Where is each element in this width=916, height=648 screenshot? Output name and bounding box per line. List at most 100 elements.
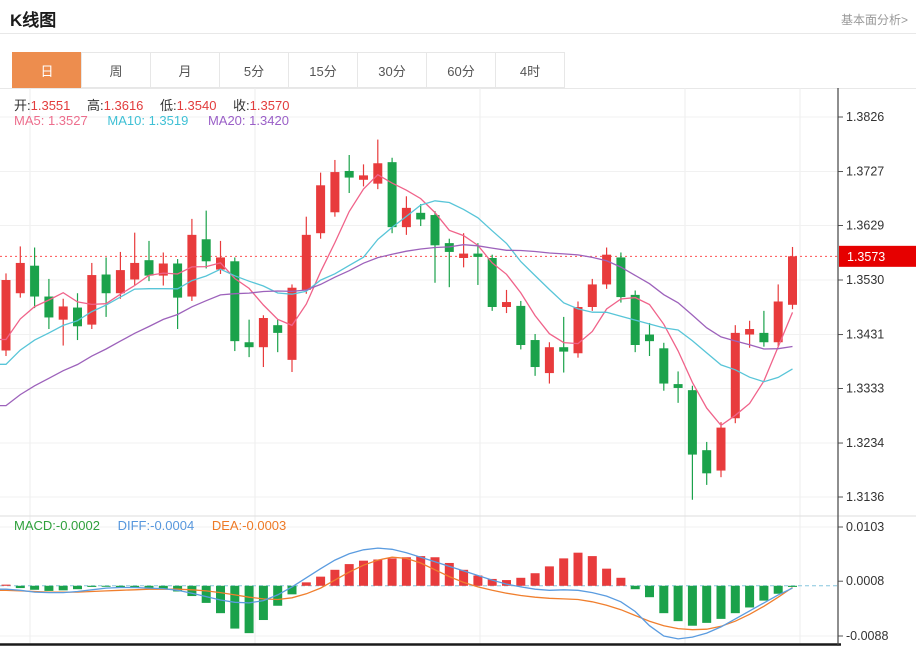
candle-body xyxy=(645,335,654,342)
macd-hist-bar xyxy=(702,586,711,623)
candle-wick xyxy=(63,299,64,346)
macd-hist-bar xyxy=(717,586,726,619)
chart-area[interactable]: 开:1.3551 高:1.3616 低:1.3540 收:1.3570 MA5:… xyxy=(0,88,916,648)
diff-value: -0.0004 xyxy=(150,518,194,533)
candle-body xyxy=(459,254,468,258)
macd-hist-bar xyxy=(602,569,611,586)
tab-15min[interactable]: 15分 xyxy=(288,52,358,88)
y-tick-label: 1.3826 xyxy=(846,110,884,124)
candle-body xyxy=(130,263,139,280)
dea-value: -0.0003 xyxy=(242,518,286,533)
candle-body xyxy=(702,450,711,473)
tab-month[interactable]: 月 xyxy=(150,52,220,88)
candle-body xyxy=(402,208,411,227)
macd-hist-bar xyxy=(2,585,11,586)
macd-hist-bar xyxy=(516,578,525,586)
ma5-value: 1.3527 xyxy=(48,113,88,128)
candle-body xyxy=(59,306,68,319)
macd-hist-bar xyxy=(774,586,783,594)
kline-canvas[interactable]: 1.38261.37271.36291.35301.34311.33331.32… xyxy=(0,88,916,648)
candle-body xyxy=(788,256,797,304)
macd-hist-bar xyxy=(16,586,25,588)
candle-body xyxy=(359,175,368,179)
macd-hist-bar xyxy=(373,560,382,586)
candle-body xyxy=(230,261,239,341)
y-tick-label: 1.3727 xyxy=(846,165,884,179)
tab-week[interactable]: 周 xyxy=(81,52,151,88)
macd-hist-bar xyxy=(245,586,254,633)
candle-body xyxy=(173,263,182,297)
tab-5min[interactable]: 5分 xyxy=(219,52,289,88)
candle-body xyxy=(87,275,96,325)
macd-hist-bar xyxy=(574,553,583,586)
ma-readout: MA5: 1.3527 MA10: 1.3519 MA20: 1.3420 xyxy=(14,113,289,128)
candle-body xyxy=(531,340,540,367)
current-price-badge-label: 1.3573 xyxy=(847,250,885,264)
macd-hist-bar xyxy=(259,586,268,620)
macd-hist-bar xyxy=(345,564,354,586)
candle-body xyxy=(202,239,211,261)
macd-hist-bar xyxy=(645,586,654,597)
candle-body xyxy=(187,235,196,297)
candle-body xyxy=(431,215,440,245)
ohlc-readout: 开:1.3551 高:1.3616 低:1.3540 收:1.3570 xyxy=(14,95,302,114)
tab-30min[interactable]: 30分 xyxy=(357,52,427,88)
candle-body xyxy=(302,235,311,290)
macd-hist-bar xyxy=(230,586,239,629)
high-value: 1.3616 xyxy=(104,98,144,113)
candle-wick xyxy=(249,320,250,357)
macd-hist-bar xyxy=(731,586,740,613)
candle-body xyxy=(16,263,25,293)
macd-hist-bar xyxy=(73,586,82,589)
y-tick-label: 1.3530 xyxy=(846,273,884,287)
tab-day[interactable]: 日 xyxy=(12,52,82,88)
macd-hist-bar xyxy=(316,577,325,586)
y-tick-label: 1.3431 xyxy=(846,328,884,342)
macd-hist-bar xyxy=(559,558,568,585)
low-label: 低: xyxy=(160,98,177,113)
macd-value: -0.0002 xyxy=(56,518,100,533)
macd-hist-bar xyxy=(659,586,668,613)
candle-body xyxy=(473,254,482,257)
high-label: 高: xyxy=(87,98,104,113)
macd-hist-bar xyxy=(788,586,797,587)
candle-body xyxy=(73,308,82,327)
macd-hist-bar xyxy=(302,582,311,585)
macd-hist-bar xyxy=(631,586,640,589)
candle-body xyxy=(545,347,554,373)
candle-body xyxy=(659,348,668,383)
candle-body xyxy=(416,213,425,220)
candle-body xyxy=(516,306,525,345)
candle-body xyxy=(774,301,783,342)
y-tick-label: 1.3629 xyxy=(846,218,884,232)
candle-body xyxy=(102,275,111,294)
macd-hist-bar xyxy=(416,556,425,586)
close-label: 收: xyxy=(233,98,250,113)
dea-label: DEA: xyxy=(212,518,242,533)
macd-hist-bar xyxy=(759,586,768,601)
y-tick-label: 0.0008 xyxy=(846,574,884,588)
candle-body xyxy=(145,260,154,275)
candle-body xyxy=(616,257,625,297)
macd-hist-bar xyxy=(531,573,540,586)
tab-60min[interactable]: 60分 xyxy=(426,52,496,88)
candle-wick xyxy=(506,290,507,313)
candle-body xyxy=(745,329,754,335)
macd-hist-bar xyxy=(674,586,683,621)
candle-wick xyxy=(363,164,364,186)
candle-body xyxy=(316,185,325,233)
candle-body xyxy=(588,284,597,307)
macd-hist-bar xyxy=(616,578,625,586)
fundamental-analysis-link[interactable]: 基本面分析> xyxy=(841,11,908,28)
kline-widget: K线图 基本面分析> 日 周 月 5分 15分 30分 60分 4时 开:1.3… xyxy=(0,0,916,648)
ma20-value: 1.3420 xyxy=(249,113,289,128)
candle-body xyxy=(574,307,583,353)
tab-4hour[interactable]: 4时 xyxy=(495,52,565,88)
ma10-value: 1.3519 xyxy=(149,113,189,128)
ma20-line xyxy=(0,245,793,406)
y-tick-label: 1.3136 xyxy=(846,490,884,504)
candle-body xyxy=(559,347,568,351)
macd-hist-bar xyxy=(102,586,111,587)
macd-hist-bar xyxy=(688,586,697,626)
y-tick-label: 1.3333 xyxy=(846,382,884,396)
